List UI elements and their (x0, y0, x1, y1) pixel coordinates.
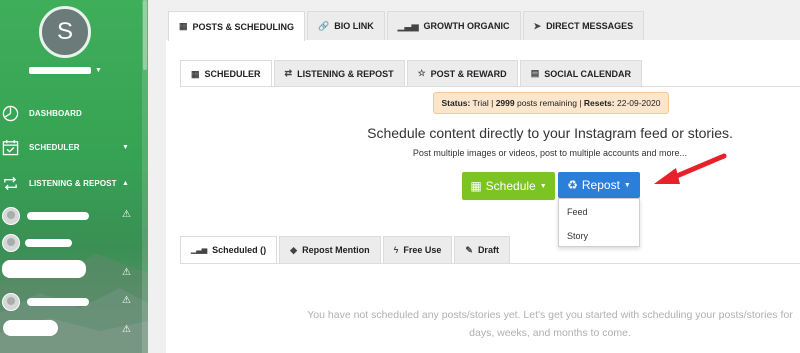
account-name-redacted (25, 239, 72, 247)
star-icon: ☆ (417, 68, 426, 78)
tab-label: POST & REWARD (430, 68, 507, 79)
tab-social-calendar[interactable]: ▤ SOCIAL CALENDAR (519, 60, 643, 86)
tab-label: Draft (477, 245, 499, 255)
paper-plane-icon: ➤ (533, 20, 542, 31)
divider (180, 263, 800, 264)
tab-label: Scheduled () (212, 245, 267, 255)
sidebar-scroll-thumb[interactable] (143, 0, 147, 70)
tab-direct-messages[interactable]: ➤ DIRECT MESSAGES (522, 11, 645, 40)
chevron-down-icon: ▼ (122, 143, 129, 151)
sidebar-item-dashboard[interactable]: DASHBOARD (0, 102, 148, 124)
account-item[interactable]: ⚠ (0, 291, 148, 313)
repost-icon: ⇄ (284, 68, 293, 78)
username-redacted (29, 67, 91, 74)
tab-label: BIO LINK (334, 21, 374, 31)
account-name-redacted (3, 320, 58, 336)
warning-icon: ⚠ (122, 295, 131, 306)
tab-posts-scheduling[interactable]: ▦ POSTS & SCHEDULING (168, 11, 306, 41)
avatar-letter: S (56, 18, 73, 45)
edit-icon: ✎ (465, 244, 473, 255)
divider (180, 86, 800, 87)
warning-icon: ⚠ (122, 209, 131, 220)
repost-button-label: Repost (581, 178, 620, 192)
account-name-redacted (2, 260, 86, 278)
warning-icon: ⚠ (122, 267, 131, 278)
repost-dropdown-menu: Feed Story (558, 198, 640, 247)
schedule-button-label: Schedule (485, 179, 536, 193)
user-avatar[interactable]: S (39, 6, 91, 58)
tab-label: Free Use (403, 245, 442, 255)
account-name-redacted (27, 298, 89, 306)
empty-state-message: You have not scheduled any posts/stories… (300, 306, 800, 342)
warning-icon: ⚠ (122, 324, 131, 335)
tab-growth-organic[interactable]: ▁▃▅ GROWTH ORGANIC (386, 11, 521, 40)
tab-label: GROWTH ORGANIC (423, 21, 510, 31)
chevron-up-icon: ▲ (122, 179, 129, 187)
avatar (2, 234, 20, 252)
tab-draft[interactable]: ✎ Draft (454, 236, 510, 263)
resets-value: 22-09-2020 (614, 98, 661, 108)
tab-free-use[interactable]: ϟ Free Use (382, 236, 453, 263)
bar-chart-icon: ▁▃▅ (397, 20, 419, 31)
tab-label: Repost Mention (302, 245, 370, 255)
status-badge: Status: Trial | 2999 posts remaining | R… (433, 92, 669, 114)
calendar-icon: ▦ (470, 179, 482, 193)
repost-button[interactable]: ♻ Repost ▼ (558, 172, 640, 198)
account-item[interactable] (0, 232, 148, 254)
sidebar-item-label: DASHBOARD (29, 108, 82, 118)
resets-label: Resets: (583, 98, 615, 108)
tab-listening-repost[interactable]: ⇄ LISTENING & REPOST (273, 60, 405, 86)
bolt-icon: ϟ (393, 245, 399, 255)
account-item[interactable]: ⚠ (0, 260, 148, 285)
sidebar-item-scheduler[interactable]: SCHEDULER ▼ (0, 136, 148, 158)
link-icon: 🔗 (318, 20, 330, 31)
tab-label: POSTS & SCHEDULING (192, 21, 295, 32)
list-tab-bar: ▁▃▅ Scheduled () ◆ Repost Mention ϟ Free… (180, 236, 512, 263)
sidebar-item-label: LISTENING & REPOST (29, 178, 117, 188)
account-item[interactable]: ⚠ (0, 205, 148, 227)
tab-scheduled[interactable]: ▁▃▅ Scheduled () (180, 236, 278, 263)
chevron-down-icon[interactable]: ▼ (95, 67, 102, 74)
avatar (2, 207, 20, 225)
tag-icon: ◆ (290, 244, 298, 255)
calendar-check-icon (2, 139, 19, 156)
chevron-down-icon: ▼ (539, 182, 547, 190)
status-label: Status: (441, 98, 471, 108)
sub-tab-bar: ▦ SCHEDULER ⇄ LISTENING & REPOST ☆ POST … (180, 60, 644, 87)
avatar (2, 293, 20, 311)
tab-bio-link[interactable]: 🔗 BIO LINK (307, 11, 385, 40)
tab-label: LISTENING & REPOST (297, 68, 394, 79)
tab-post-reward[interactable]: ☆ POST & REWARD (406, 60, 518, 86)
posts-remaining-text: posts remaining | (514, 98, 584, 108)
tab-scheduler[interactable]: ▦ SCHEDULER (180, 60, 272, 87)
empty-state-line: days, weeks, and months to come. (469, 327, 631, 339)
calendar-icon: ▦ (191, 68, 200, 79)
sidebar: S ▼ DASHBOARD SCHEDULER ▼ LISTENING & RE… (0, 0, 148, 353)
account-item[interactable]: ⚠ (0, 320, 148, 342)
sidebar-item-listening-repost[interactable]: LISTENING & REPOST ▲ (0, 172, 148, 194)
red-arrow-annotation (654, 153, 727, 184)
chevron-down-icon: ▼ (623, 181, 631, 189)
posts-remaining-count: 2999 (495, 98, 515, 108)
tab-label: DIRECT MESSAGES (546, 21, 634, 31)
empty-state-line: You have not scheduled any posts/stories… (307, 309, 793, 321)
calendar-grid-icon: ▤ (530, 68, 540, 78)
menu-item-feed[interactable]: Feed (567, 207, 588, 217)
bar-chart-icon: ▁▃▅ (191, 247, 208, 254)
repost-icon (4, 176, 17, 191)
menu-item-story[interactable]: Story (567, 231, 588, 241)
tab-repost-mention[interactable]: ◆ Repost Mention (279, 236, 381, 263)
gauge-icon (2, 105, 19, 122)
calendar-icon: ▦ (179, 21, 188, 31)
recycle-icon: ♻ (567, 178, 578, 192)
tab-label: SCHEDULER (204, 69, 261, 79)
account-name-redacted (27, 212, 89, 220)
page-headline: Schedule content directly to your Instag… (367, 125, 733, 141)
top-tab-bar: ▦ POSTS & SCHEDULING 🔗 BIO LINK ▁▃▅ GROW… (168, 11, 646, 41)
sidebar-item-label: SCHEDULER (29, 142, 80, 152)
tab-label: SOCIAL CALENDAR (544, 68, 632, 79)
schedule-button[interactable]: ▦ Schedule ▼ (462, 172, 555, 200)
status-value: Trial | (470, 98, 496, 108)
